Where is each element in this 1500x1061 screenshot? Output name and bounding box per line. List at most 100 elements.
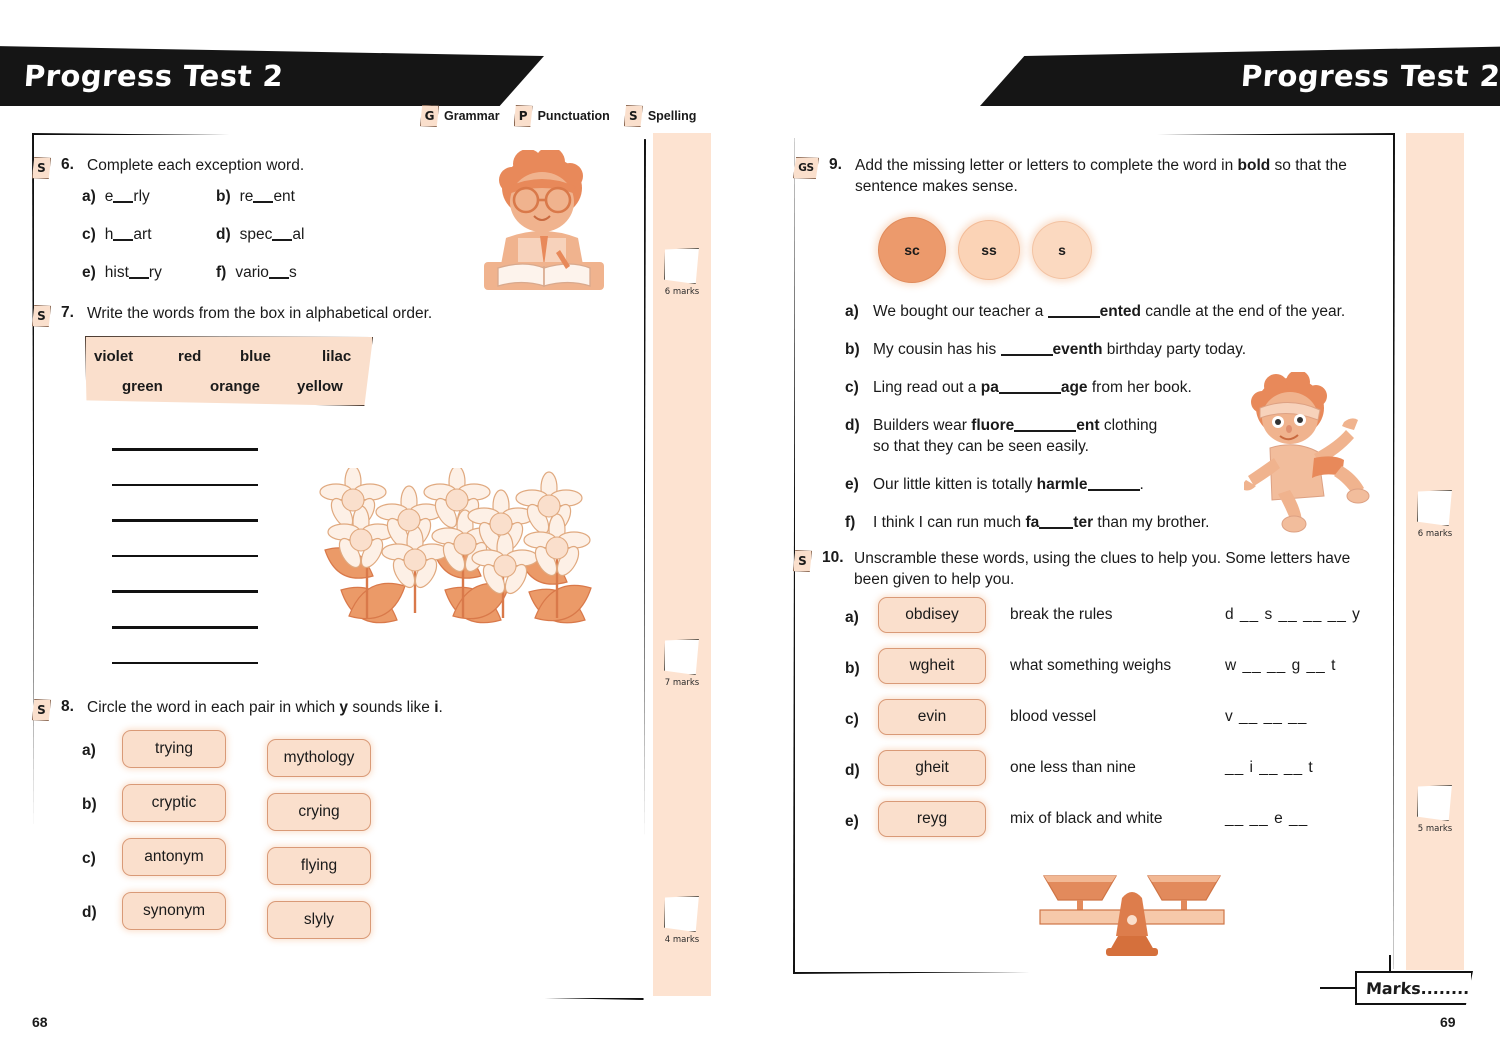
banner-right-title: Progress Test 2	[1239, 59, 1500, 93]
q6-item-d[interactable]: d) spec al	[216, 226, 366, 244]
q9-blank-a[interactable]	[1047, 316, 1100, 318]
q6-word-c-pre: h	[104, 226, 114, 243]
answer-line[interactable]	[112, 483, 258, 487]
marks-total-box[interactable]: Marks........./65	[1355, 971, 1473, 1005]
question-7-prompt: Write the words from the box in alphabet…	[87, 305, 433, 322]
q8-option-mythology[interactable]: mythology	[267, 739, 371, 777]
banner-right: Progress Test 2	[980, 46, 1500, 106]
word-blue: blue	[240, 348, 271, 365]
question-10-number: 10.	[822, 549, 844, 566]
q10-row: e) reyg mix of black and white __ __ e _…	[845, 801, 1385, 852]
q10-pattern-c[interactable]: v __ __ __	[1225, 708, 1307, 726]
q6-blank-f[interactable]	[268, 277, 289, 279]
q8-option-slyly[interactable]: slyly	[267, 901, 371, 939]
q8-option-antonym[interactable]: antonym	[122, 838, 226, 876]
q10-scramble-evin[interactable]: evin	[878, 699, 986, 735]
q6-item-a[interactable]: a) e rly	[82, 188, 216, 206]
q10-label-b: b)	[845, 660, 860, 677]
answer-line[interactable]	[112, 590, 258, 593]
answer-line[interactable]	[112, 519, 258, 522]
legend-item-punctuation: P Punctuation	[513, 105, 610, 127]
q6-word-a-pre: e	[104, 188, 114, 205]
q8-option-crying[interactable]: crying	[267, 793, 371, 831]
q10-row: d) gheit one less than nine __ i __ __ t	[845, 750, 1385, 801]
q10-pattern-e[interactable]: __ __ e __	[1225, 810, 1308, 828]
legend-label-grammar: Grammar	[444, 109, 500, 123]
marks-total-connector-horizontal	[1320, 987, 1358, 990]
q6-blank-b[interactable]	[253, 201, 274, 203]
q6-word-e-pre: hist	[104, 264, 129, 281]
q6-word-c-post: art	[133, 226, 152, 243]
q10-label-a: a)	[845, 609, 859, 626]
q10-scramble-reyg[interactable]: reyg	[878, 801, 986, 837]
q6-label-c: c)	[82, 226, 96, 243]
q9-bold-word: bold	[1237, 157, 1271, 174]
question-8-prompt: Circle the word in each pair in which y …	[87, 699, 443, 716]
q6-blank-e[interactable]	[128, 277, 149, 279]
question-9: GS 9. Add the missing letter or letters …	[793, 155, 1366, 197]
q10-clue-b: what something weighs	[1010, 657, 1172, 674]
question-7-badge-icon: S	[32, 305, 51, 327]
q10-pattern-a[interactable]: d __ s __ __ __ y	[1225, 606, 1361, 624]
grammar-badge-icon: G	[420, 105, 439, 127]
q9-blank-e[interactable]	[1087, 488, 1140, 491]
marks-box-q7: 7 marks	[653, 639, 711, 688]
q8-label-a: a)	[82, 742, 96, 759]
word-green: green	[122, 378, 163, 395]
marks-label-q6: 6 marks	[664, 287, 700, 297]
marks-quad-icon	[664, 248, 699, 284]
q6-word-f-post: s	[288, 264, 297, 281]
q6-blank-d[interactable]	[272, 239, 293, 241]
q8-option-synonym[interactable]: synonym	[122, 892, 226, 930]
q9-blank-b[interactable]	[1000, 353, 1053, 356]
letter-circle-ss[interactable]: ss	[958, 220, 1020, 280]
legend-label-spelling: Spelling	[647, 109, 697, 123]
q6-word-b-pre: re	[239, 188, 254, 205]
q6-word-d-post: al	[292, 226, 305, 243]
q9-label-f: f)	[845, 513, 856, 531]
q9-label-d: d)	[845, 416, 860, 434]
answer-line[interactable]	[112, 625, 258, 629]
q9-blank-d[interactable]	[1014, 429, 1077, 432]
question-9-letter-circles: sc ss s	[878, 217, 1092, 283]
q10-scramble-obdisey[interactable]: obdisey	[878, 597, 986, 633]
q9-blank-f[interactable]	[1039, 526, 1074, 529]
q10-pattern-b[interactable]: w __ __ g __ t	[1225, 657, 1336, 675]
question-7-answer-lines	[112, 448, 258, 697]
marks-quad-icon	[664, 639, 699, 675]
q8-option-trying[interactable]: trying	[122, 730, 226, 768]
q8-option-flying[interactable]: flying	[267, 847, 371, 885]
question-9-prompt: Add the missing letter or letters to com…	[855, 157, 1347, 196]
q6-item-e[interactable]: e) hist ry	[82, 264, 216, 282]
q6-item-c[interactable]: c) h art	[82, 226, 216, 244]
q10-pattern-d[interactable]: __ i __ __ t	[1225, 759, 1314, 777]
q10-scramble-wgheit[interactable]: wgheit	[878, 648, 986, 684]
letter-circle-s[interactable]: s	[1032, 221, 1092, 279]
question-10-prompt: Unscramble these words, using the clues …	[854, 550, 1351, 589]
answer-line[interactable]	[112, 448, 258, 451]
q8-label-d: d)	[82, 904, 97, 921]
question-8: S 8. Circle the word in each pair in whi…	[32, 697, 565, 721]
q6-item-b[interactable]: b) re ent	[216, 188, 366, 206]
q8-option-cryptic[interactable]: cryptic	[122, 784, 226, 822]
q9-label-e: e)	[845, 475, 859, 493]
word-orange: orange	[210, 378, 261, 395]
answer-line[interactable]	[112, 661, 258, 665]
q6-label-d: d)	[216, 226, 231, 243]
q9-sentence-f: I think I can run much fa ter than my bro…	[873, 513, 1210, 531]
q6-label-a: a)	[82, 188, 96, 205]
answer-line[interactable]	[112, 554, 258, 558]
q10-scramble-gheit[interactable]: gheit	[878, 750, 986, 786]
marks-box-q6: 6 marks	[653, 248, 711, 297]
marks-total-connector-vertical	[1389, 955, 1392, 973]
q6-blank-a[interactable]	[113, 201, 134, 203]
q6-word-b-post: ent	[273, 188, 295, 205]
q9-blank-c[interactable]	[998, 391, 1061, 394]
q6-item-f[interactable]: f) vario s	[216, 264, 366, 282]
letter-circle-sc[interactable]: sc	[878, 217, 946, 283]
word-box-row-1: violet red blue lilac	[94, 348, 366, 365]
q9-label-c: c)	[845, 378, 859, 396]
q10-label-c: c)	[845, 711, 859, 728]
q6-blank-c[interactable]	[113, 239, 134, 241]
q10-row: b) wgheit what something weighs w __ __ …	[845, 648, 1385, 699]
